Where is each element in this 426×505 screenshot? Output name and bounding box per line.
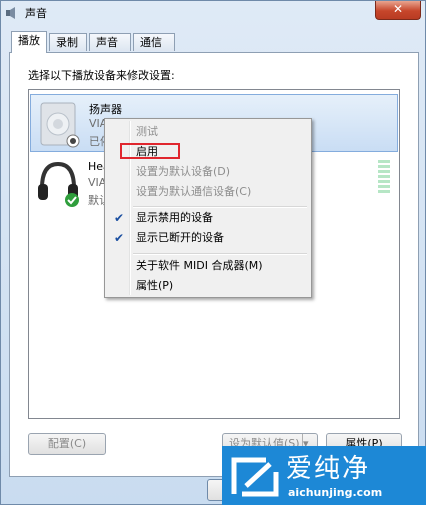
site-logo-icon [231,457,279,497]
menu-item-show-disabled[interactable]: ✔ 显示禁用的设备 [107,208,309,228]
menu-item-set-default-comm-device[interactable]: 设置为默认通信设备(C) [107,182,309,202]
instruction-text: 选择以下播放设备来修改设置: [28,69,175,82]
menu-item-label: 设置为默认设备(D) [136,165,231,178]
menu-item-label: 显示禁用的设备 [136,211,213,224]
tab-recording[interactable]: 录制 [49,33,87,51]
window-title: 声音 [25,7,47,20]
menu-item-about-midi[interactable]: 关于软件 MIDI 合成器(M) [107,256,309,276]
menu-item-properties[interactable]: 属性(P) [107,276,309,296]
menu-item-label: 关于软件 MIDI 合成器(M) [136,259,263,272]
menu-item-set-default-device[interactable]: 设置为默认设备(D) [107,162,309,182]
device-name: 扬声器 [89,103,122,116]
menu-separator [133,253,307,255]
speaker-device-icon [40,102,80,148]
tab-strip: 播放 录制 声音 通信 [9,31,419,53]
tab-communications[interactable]: 通信 [133,33,175,51]
highlight-annotation [120,143,180,159]
watermark-url: aichunjing.com [288,486,383,499]
menu-item-label: 显示已断开的设备 [136,231,224,244]
volume-level-meter [378,160,390,198]
speaker-icon [6,7,15,19]
close-button[interactable]: ✕ [375,1,421,20]
menu-item-label: 属性(P) [136,279,174,292]
menu-item-label: 测试 [136,125,158,138]
checkmark-icon: ✔ [114,231,125,245]
tab-playback[interactable]: 播放 [11,31,47,53]
menu-item-label: 设置为默认通信设备(C) [136,185,252,198]
title-bar[interactable]: 声音 ✕ [1,1,425,25]
menu-item-test[interactable]: 测试 [107,122,309,142]
watermark-text: 爱纯净 [286,454,371,484]
checkmark-icon: ✔ [114,211,125,225]
menu-item-show-disconnected[interactable]: ✔ 显示已断开的设备 [107,228,309,248]
headphones-icon [38,161,79,207]
configure-button[interactable]: 配置(C) [28,433,106,455]
watermark-banner: 爱纯净 aichunjing.com [222,446,426,505]
tab-sounds[interactable]: 声音 [89,33,131,51]
